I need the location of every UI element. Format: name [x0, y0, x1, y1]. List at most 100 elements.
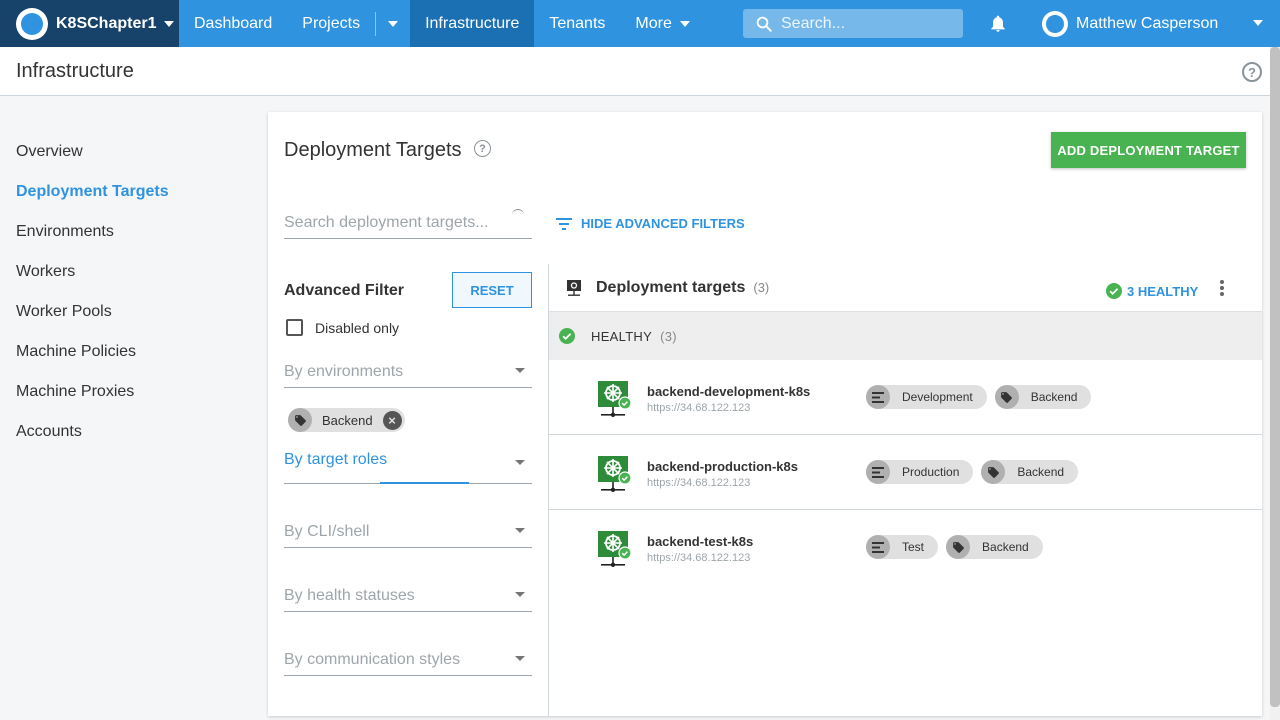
nav-projects[interactable]: Projects: [287, 0, 375, 47]
sidebar-item-worker-pools[interactable]: Worker Pools: [0, 292, 250, 332]
nav-dashboard[interactable]: Dashboard: [179, 0, 287, 47]
environment-icon: [866, 460, 890, 484]
role-chip: Backend ×: [288, 408, 405, 432]
page-title: Infrastructure: [16, 59, 134, 82]
checkbox-box[interactable]: [286, 319, 303, 336]
tag-icon: [994, 385, 1019, 409]
target-name[interactable]: backend-production-k8s: [647, 459, 798, 474]
remove-chip-icon[interactable]: ×: [382, 410, 402, 430]
cli-shell-placeholder: By CLI/shell: [284, 522, 370, 540]
role-chip-label: Backend: [1030, 390, 1078, 404]
dropdown-arrow-icon: [515, 368, 525, 373]
search-icon: [756, 16, 772, 32]
tag-icon: [946, 535, 971, 559]
sidebar: Overview Deployment Targets Environments…: [0, 132, 250, 452]
kubernetes-target-icon: [597, 530, 632, 573]
sidebar-item-workers[interactable]: Workers: [0, 252, 250, 292]
targets-list: Deployment targets (3) 3 HEALTHY HEALTHY…: [549, 264, 1262, 585]
card-title: Deployment Targets: [284, 139, 462, 162]
healthy-summary[interactable]: 3 HEALTHY: [1106, 283, 1198, 299]
help-icon[interactable]: ?: [474, 140, 491, 157]
sidebar-item-machine-proxies[interactable]: Machine Proxies: [0, 372, 250, 412]
sidebar-item-deployment-targets[interactable]: Deployment Targets: [0, 172, 250, 212]
role-chip-label: Backend: [982, 540, 1029, 554]
global-search-input[interactable]: [781, 14, 951, 33]
projects-dropdown-button[interactable]: [376, 0, 410, 47]
chevron-down-icon: [679, 20, 690, 27]
chevron-down-icon: [388, 20, 399, 27]
scrollbar-thumb[interactable]: [1270, 47, 1280, 707]
nav-more[interactable]: More: [620, 0, 704, 47]
check-circle-icon: [559, 328, 575, 344]
nav-more-label: More: [635, 14, 672, 32]
tag-icon: [981, 460, 1006, 484]
group-count: (3): [660, 328, 677, 344]
target-name[interactable]: backend-development-k8s: [647, 384, 810, 399]
environment-chip: Development: [866, 385, 987, 409]
kubernetes-target-icon: [597, 455, 632, 498]
table-row[interactable]: backend-test-k8s https://34.68.122.123 T…: [549, 510, 1262, 585]
dropdown-arrow-icon: [515, 656, 525, 661]
kubernetes-target-icon: [597, 380, 632, 423]
global-search[interactable]: [743, 9, 963, 38]
deployment-targets-card: Deployment Targets ? ADD DEPLOYMENT TARG…: [268, 112, 1262, 716]
octopus-logo-icon: [16, 7, 48, 40]
health-statuses-placeholder: By health statuses: [284, 586, 415, 604]
selected-role-chip: Backend ×: [288, 408, 405, 432]
space-name: K8SChapter1: [56, 14, 157, 32]
target-roles-placeholder: By target roles: [284, 450, 388, 468]
disabled-only-checkbox[interactable]: Disabled only: [286, 319, 399, 336]
card-title-text: Deployment Targets: [284, 139, 462, 161]
loading-spinner-icon: [512, 209, 524, 221]
environment-chip-label: Test: [902, 540, 925, 554]
table-row[interactable]: backend-development-k8s https://34.68.12…: [549, 360, 1262, 435]
hide-advanced-filters-label: HIDE ADVANCED FILTERS: [581, 216, 745, 231]
communication-styles-dropdown[interactable]: By communication styles: [284, 644, 532, 676]
environment-chip: Production: [866, 460, 974, 484]
check-circle-icon: [1106, 283, 1122, 299]
sidebar-item-overview[interactable]: Overview: [0, 132, 250, 172]
help-icon[interactable]: ?: [1242, 62, 1262, 82]
target-tags: Production Backend: [866, 460, 1086, 484]
target-name[interactable]: backend-test-k8s: [647, 534, 753, 549]
target-tags: Development Backend: [866, 385, 1099, 409]
communication-styles-placeholder: By communication styles: [284, 650, 461, 668]
tag-icon: [288, 408, 312, 432]
nav-tenants[interactable]: Tenants: [534, 0, 620, 47]
list-title: Deployment targets: [596, 278, 746, 296]
environments-placeholder: By environments: [284, 362, 404, 380]
target-url: https://34.68.122.123: [647, 552, 751, 564]
health-statuses-dropdown[interactable]: By health statuses: [284, 580, 532, 612]
target-search[interactable]: [284, 207, 532, 239]
target-url: https://34.68.122.123: [647, 402, 751, 414]
target-search-input[interactable]: [284, 213, 504, 232]
role-chip: Backend: [946, 535, 1043, 559]
target-tags: Test Backend: [866, 535, 1051, 559]
reset-button[interactable]: RESET: [452, 272, 532, 308]
bell-icon[interactable]: [988, 13, 1008, 34]
user-menu[interactable]: Matthew Casperson: [1042, 0, 1218, 47]
overflow-menu-icon[interactable]: [1220, 280, 1224, 298]
sidebar-item-machine-policies[interactable]: Machine Policies: [0, 332, 250, 372]
top-nav: K8SChapter1 Dashboard Projects Infrastru…: [0, 0, 1280, 47]
table-row[interactable]: backend-production-k8s https://34.68.122…: [549, 435, 1262, 510]
role-chip: Backend: [994, 385, 1092, 409]
space-switcher[interactable]: K8SChapter1: [0, 0, 179, 47]
avatar: [1042, 10, 1068, 37]
group-label: HEALTHY: [591, 328, 653, 344]
list-count: (3): [753, 280, 770, 295]
dropdown-arrow-icon: [515, 460, 525, 465]
environment-icon: [866, 385, 890, 409]
healthy-group-header: HEALTHY (3): [549, 312, 1262, 360]
chevron-down-icon[interactable]: [1253, 20, 1263, 26]
cli-shell-dropdown[interactable]: By CLI/shell: [284, 516, 532, 548]
page-header: Infrastructure ?: [0, 47, 1280, 96]
sidebar-item-accounts[interactable]: Accounts: [0, 412, 250, 452]
hide-advanced-filters-button[interactable]: HIDE ADVANCED FILTERS: [555, 216, 745, 231]
deployment-target-icon: [567, 279, 581, 296]
sidebar-item-environments[interactable]: Environments: [0, 212, 250, 252]
add-deployment-target-button[interactable]: ADD DEPLOYMENT TARGET: [1051, 132, 1246, 168]
nav-infrastructure[interactable]: Infrastructure: [410, 0, 535, 47]
environments-dropdown[interactable]: By environments: [284, 356, 532, 388]
target-roles-dropdown[interactable]: By target roles: [284, 446, 532, 484]
